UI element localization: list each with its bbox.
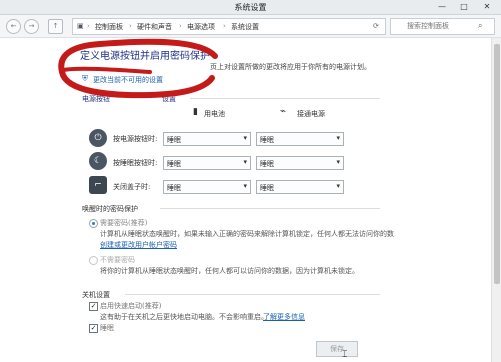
red-annotation-loop: [58, 38, 218, 99]
